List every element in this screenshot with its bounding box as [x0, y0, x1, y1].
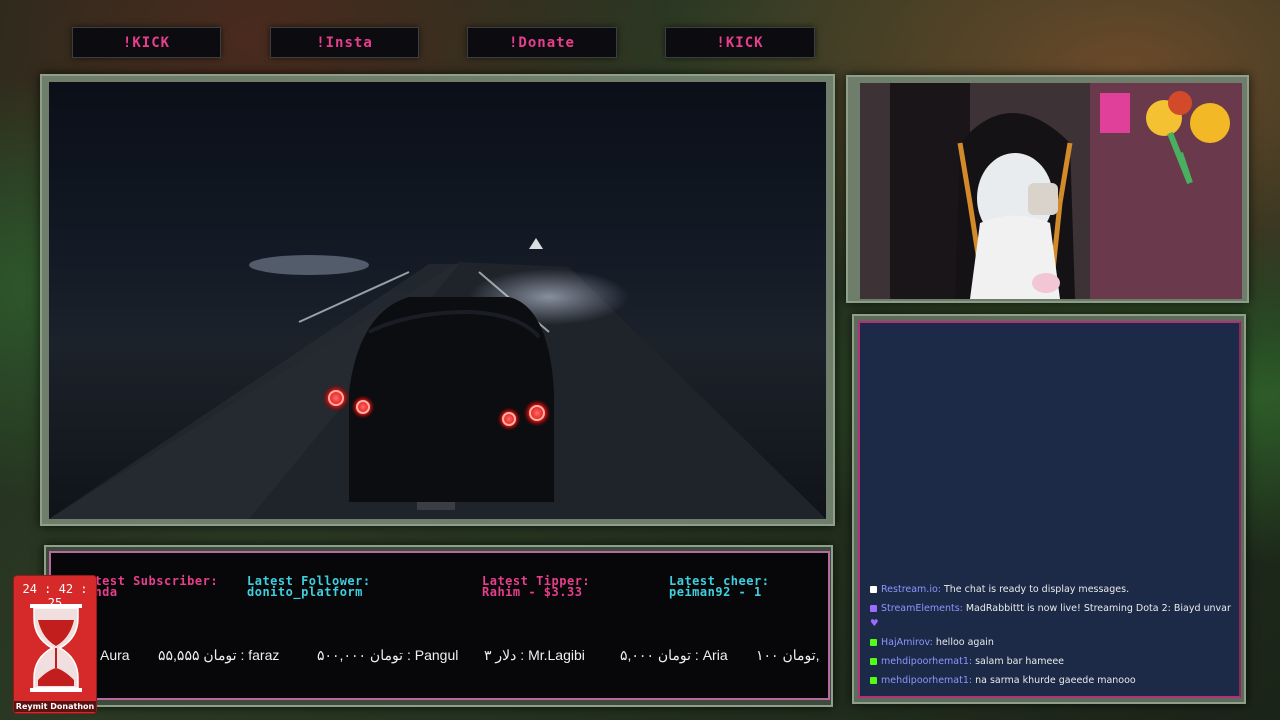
webcam-scene: [860, 83, 1242, 299]
donor-entry: ۱۰۰ تومان,: [756, 647, 820, 663]
chat-message: StreamElements: MadRabbittt is now live!…: [870, 603, 1231, 614]
chat-username[interactable]: Restream.io:: [881, 584, 941, 595]
chat-text: The chat is ready to display messages.: [943, 584, 1130, 595]
donor-entry: ۵۰۰,۰۰۰ تومان : Pangul: [317, 647, 459, 663]
donate-button[interactable]: !Donate: [467, 27, 617, 58]
webcam-video: [860, 83, 1242, 299]
chat-message: HajAmirov: helloo again: [870, 637, 994, 648]
chat-text: helloo again: [935, 637, 994, 648]
kick-icon: [870, 677, 877, 684]
latest-tipper-value: Rahim - $3.33: [482, 585, 583, 599]
chat-panel[interactable]: Restream.io: The chat is ready to displa…: [858, 321, 1241, 698]
chat-message-extra: ♥: [870, 618, 879, 629]
chat-message: mehdipoorhemat1: na sarma khurde gaeede …: [870, 675, 1136, 686]
kick-button[interactable]: !KICK: [72, 27, 221, 58]
kick-icon: [870, 639, 877, 646]
chat-username[interactable]: mehdipoorhemat1:: [881, 656, 972, 667]
latest-follower-value: donito_platform: [247, 585, 363, 599]
insta-button[interactable]: !Insta: [270, 27, 419, 58]
heart-icon: ♥: [870, 618, 879, 629]
latest-cheer-value: peiman92 - 1: [669, 585, 762, 599]
chat-username[interactable]: mehdipoorhemat1:: [881, 675, 972, 686]
donathon-timer: 24 : 42 : 25 Reymit Donathon: [13, 575, 97, 714]
donor-entry: Aura: [100, 647, 130, 663]
chat-text: salam bar hameee: [975, 656, 1065, 667]
chat-username[interactable]: HajAmirov:: [881, 637, 933, 648]
chat-text: MadRabbittt is now live! Streaming Dota …: [965, 603, 1231, 614]
donor-entry: ۳ دلار : Mr.Lagibi: [484, 647, 585, 663]
kick-icon: [870, 658, 877, 665]
hourglass-icon: [30, 604, 82, 692]
streamelements-icon: [870, 605, 877, 612]
game-scene: [49, 238, 826, 519]
chat-message: mehdipoorhemat1: salam bar hameee: [870, 656, 1064, 667]
donor-entry: ۵۵,۵۵۵ تومان : faraz: [158, 647, 280, 663]
kick-button-2[interactable]: !KICK: [665, 27, 815, 58]
donor-entry: ۵,۰۰۰ تومان : Aria: [620, 647, 728, 663]
chat-username[interactable]: StreamElements:: [881, 603, 963, 614]
game-video: [49, 82, 826, 519]
restream-icon: [870, 586, 877, 593]
stats-ticker: Latest Subscriber: Wanda Latest Follower…: [49, 551, 830, 700]
timer-label: Reymit Donathon: [14, 701, 96, 712]
chat-message: Restream.io: The chat is ready to displa…: [870, 584, 1129, 595]
chat-text: na sarma khurde gaeede manooo: [975, 675, 1136, 686]
